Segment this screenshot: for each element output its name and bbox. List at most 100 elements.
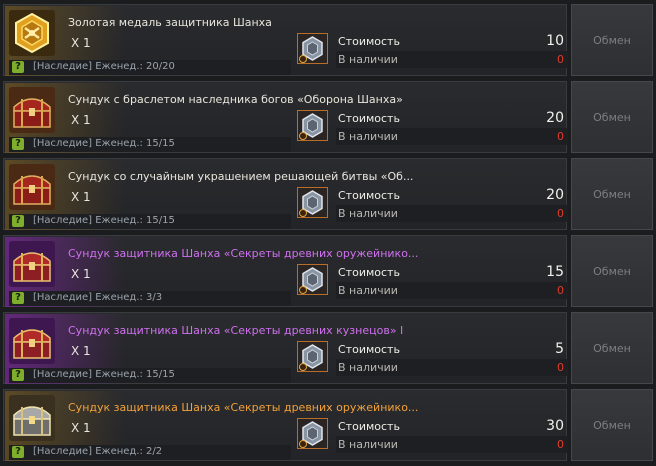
purple-chest-icon[interactable] [9,318,55,364]
item-info-bar: ? [Наследие] Еженед.: 15/15 [9,368,291,383]
stock-value: 0 [557,207,564,220]
cost-label: Стоимость [338,420,400,433]
list-item: Сундук защитника Шанха «Секреты древних … [3,312,653,384]
clock-icon [299,55,307,63]
cost-row: Стоимость 20 [336,187,568,205]
cost-value: 15 [546,264,564,280]
weekly-limit-text: [Наследие] Еженед.: 15/15 [33,138,175,149]
stock-label: В наличии [338,53,398,66]
list-item: Сундук защитника Шанха «Секреты древних … [3,389,653,461]
currency-token-icon[interactable] [297,110,328,141]
cost-row: Стоимость 15 [336,264,568,282]
help-icon[interactable]: ? [12,215,24,227]
cost-value: 10 [546,33,564,49]
stock-value: 0 [557,53,564,66]
stock-row: В наличии 0 [336,282,568,299]
item-quantity: X 1 [71,190,91,204]
item-panel: Сундук защитника Шанха «Секреты древних … [3,312,568,384]
stock-row: В наличии 0 [336,205,568,222]
cost-value: 30 [546,418,564,434]
item-quantity: X 1 [71,421,91,435]
weekly-limit-text: [Наследие] Еженед.: 15/15 [33,369,175,380]
stock-row: В наличии 0 [336,51,568,68]
item-name: Сундук со случайным украшением решающей … [68,170,414,183]
stock-label: В наличии [338,284,398,297]
clock-icon [299,363,307,371]
item-name: Сундук защитника Шанха «Секреты древних … [68,247,419,260]
item-panel: Сундук защитника Шанха «Секреты древних … [3,389,568,461]
purple-chest-icon[interactable] [9,241,55,287]
cost-row: Стоимость 30 [336,418,568,436]
help-icon[interactable]: ? [12,446,24,458]
stock-label: В наличии [338,361,398,374]
item-panel: Сундук со случайным украшением решающей … [3,158,568,230]
cost-label: Стоимость [338,35,400,48]
exchange-button[interactable]: Обмен [571,389,653,461]
cost-row: Стоимость 5 [336,341,568,359]
stock-value: 0 [557,361,564,374]
item-quantity: X 1 [71,36,91,50]
currency-token-icon[interactable] [297,33,328,64]
clock-icon [299,132,307,140]
currency-token-icon[interactable] [297,418,328,449]
cost-label: Стоимость [338,266,400,279]
stock-value: 0 [557,130,564,143]
currency-token-icon[interactable] [297,341,328,372]
item-info-bar: ? [Наследие] Еженед.: 15/15 [9,137,291,152]
weekly-limit-text: [Наследие] Еженед.: 3/3 [33,292,163,303]
item-quantity: X 1 [71,267,91,281]
item-quantity: X 1 [71,344,91,358]
item-panel: Золотая медаль защитника Шанха X 1 ? [На… [3,4,568,76]
weekly-limit-text: [Наследие] Еженед.: 20/20 [33,61,175,72]
silver-chest-icon[interactable] [9,395,55,441]
help-icon[interactable]: ? [12,369,24,381]
cost-row: Стоимость 10 [336,33,568,51]
help-icon[interactable]: ? [12,138,24,150]
cost-label: Стоимость [338,343,400,356]
item-name: Сундук защитника Шанха «Секреты древних … [68,401,419,414]
weekly-limit-text: [Наследие] Еженед.: 15/15 [33,215,175,226]
gold-medal-icon[interactable] [9,10,55,56]
help-icon[interactable]: ? [12,61,24,73]
exchange-button[interactable]: Обмен [571,158,653,230]
stock-label: В наличии [338,207,398,220]
stock-label: В наличии [338,130,398,143]
clock-icon [299,209,307,217]
stock-value: 0 [557,284,564,297]
list-item: Сундук защитника Шанха «Секреты древних … [3,235,653,307]
cost-row: Стоимость 20 [336,110,568,128]
currency-token-icon[interactable] [297,187,328,218]
item-name: Сундук с браслетом наследника богов «Обо… [68,93,403,106]
list-item: Сундук со случайным украшением решающей … [3,158,653,230]
stock-row: В наличии 0 [336,128,568,145]
help-icon[interactable]: ? [12,292,24,304]
stock-row: В наличии 0 [336,359,568,376]
exchange-button[interactable]: Обмен [571,4,653,76]
clock-icon [299,440,307,448]
item-quantity: X 1 [71,113,91,127]
exchange-button[interactable]: Обмен [571,312,653,384]
list-item: Золотая медаль защитника Шанха X 1 ? [На… [3,4,653,76]
item-info-bar: ? [Наследие] Еженед.: 20/20 [9,60,291,75]
item-name: Сундук защитника Шанха «Секреты древних … [68,324,404,337]
stock-value: 0 [557,438,564,451]
item-info-bar: ? [Наследие] Еженед.: 15/15 [9,214,291,229]
list-item: Сундук с браслетом наследника богов «Обо… [3,81,653,153]
red-chest-icon[interactable] [9,87,55,133]
cost-value: 20 [546,110,564,126]
exchange-button[interactable]: Обмен [571,235,653,307]
cost-value: 20 [546,187,564,203]
exchange-list: Золотая медаль защитника Шанха X 1 ? [На… [0,0,656,466]
stock-label: В наличии [338,438,398,451]
cost-label: Стоимость [338,189,400,202]
cost-value: 5 [555,341,564,357]
cost-label: Стоимость [338,112,400,125]
item-name: Золотая медаль защитника Шанха [68,16,272,29]
currency-token-icon[interactable] [297,264,328,295]
red-chest-icon[interactable] [9,164,55,210]
clock-icon [299,286,307,294]
exchange-button[interactable]: Обмен [571,81,653,153]
stock-row: В наличии 0 [336,436,568,453]
item-panel: Сундук с браслетом наследника богов «Обо… [3,81,568,153]
weekly-limit-text: [Наследие] Еженед.: 2/2 [33,446,163,457]
